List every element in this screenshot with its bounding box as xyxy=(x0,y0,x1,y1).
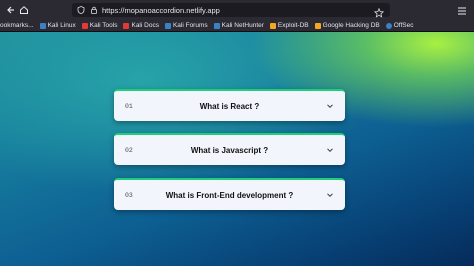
chevron-down-icon[interactable] xyxy=(326,191,334,199)
bookmark-label: Kali Tools xyxy=(89,22,118,29)
bookmark-label: Kali NetHunter xyxy=(221,22,264,29)
home-icon[interactable] xyxy=(17,3,31,17)
kali-tools-icon xyxy=(81,22,88,29)
chevron-down-icon[interactable] xyxy=(326,146,334,154)
accordion-question[interactable]: What is Front-End development ? xyxy=(114,191,345,200)
bookmark-item[interactable]: Kali Docs xyxy=(123,22,159,29)
bookmark-star-icon[interactable] xyxy=(373,5,385,18)
accordion-question[interactable]: What is Javascript ? xyxy=(114,146,345,155)
url-text[interactable]: https://mopanoaccordion.netlify.app xyxy=(102,6,220,15)
shield-icon[interactable] xyxy=(76,6,85,15)
browser-toolbar: https://mopanoaccordion.netlify.app xyxy=(0,0,474,20)
bookmark-item[interactable]: ookmarks... xyxy=(0,22,34,29)
offsec-icon xyxy=(385,22,392,29)
bookmark-label: OffSec xyxy=(393,22,414,29)
bookmark-item[interactable]: Kali Forums xyxy=(164,22,208,29)
bookmarks-label: ookmarks... xyxy=(0,22,34,29)
menu-icon[interactable] xyxy=(456,4,468,16)
bookmark-label: Kali Docs xyxy=(131,22,159,29)
bookmark-item[interactable]: Kali Linux xyxy=(39,22,76,29)
bookmark-item[interactable]: Google Hacking DB xyxy=(314,22,380,29)
accordion-item[interactable]: 03 What is Front-End development ? xyxy=(114,178,345,210)
chevron-down-icon[interactable] xyxy=(326,102,334,110)
google-hacking-db-icon xyxy=(314,22,321,29)
bookmark-item[interactable]: Exploit-DB xyxy=(269,22,309,29)
back-icon[interactable] xyxy=(3,3,17,17)
bookmark-label: Kali Forums xyxy=(172,22,208,29)
accordion-item[interactable]: 02 What is Javascript ? xyxy=(114,133,345,165)
kali-nethunter-icon xyxy=(213,22,220,29)
lock-icon[interactable] xyxy=(89,6,98,15)
bookmark-item[interactable]: OffSec xyxy=(385,22,414,29)
kali-icon xyxy=(39,22,46,29)
bookmarks-bar: ookmarks... Kali Linux Kali Tools Kali D… xyxy=(0,20,474,32)
kali-forums-icon xyxy=(164,22,171,29)
accordion-question[interactable]: What is React ? xyxy=(114,102,345,111)
exploit-db-icon xyxy=(269,22,276,29)
page-background: 01 What is React ? 02 What is Javascript… xyxy=(0,32,474,266)
url-bar[interactable]: https://mopanoaccordion.netlify.app xyxy=(72,3,390,18)
kali-docs-icon xyxy=(123,22,130,29)
bookmark-label: Kali Linux xyxy=(47,22,76,29)
bookmark-item[interactable]: Kali Tools xyxy=(81,22,118,29)
bookmark-label: Google Hacking DB xyxy=(322,22,380,29)
bookmark-item[interactable]: Kali NetHunter xyxy=(213,22,264,29)
accordion-item[interactable]: 01 What is React ? xyxy=(114,89,345,121)
bookmark-label: Exploit-DB xyxy=(277,22,309,29)
